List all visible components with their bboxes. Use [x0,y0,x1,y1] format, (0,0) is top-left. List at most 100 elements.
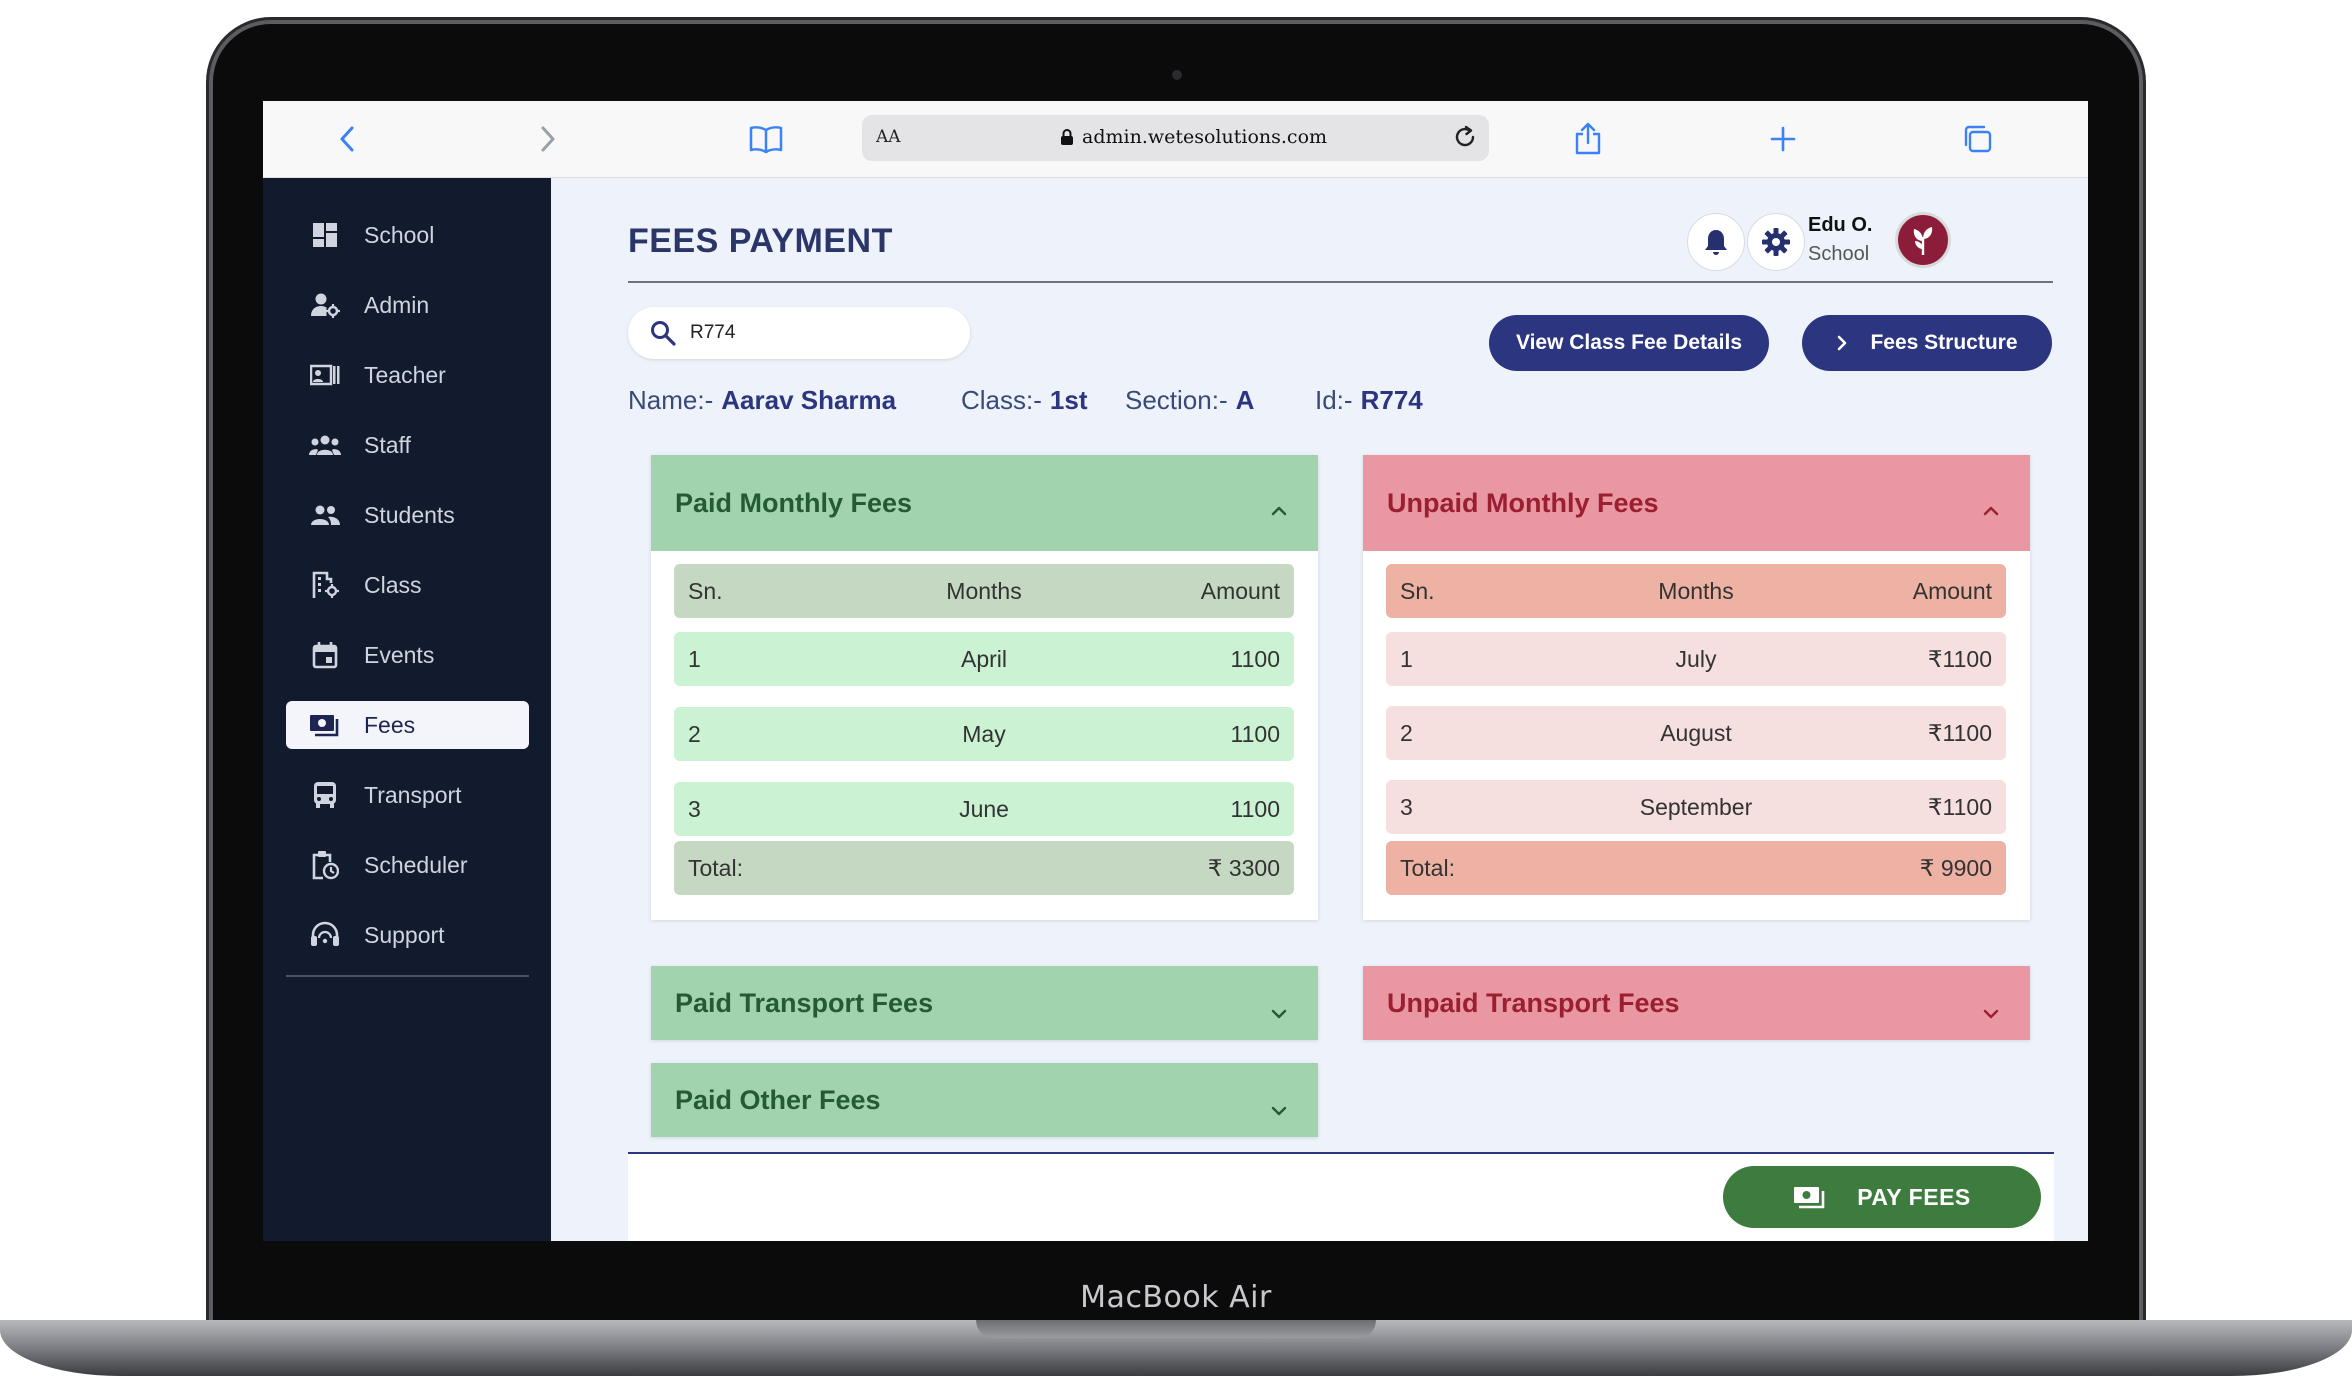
teacher-icon [308,358,342,392]
unpaid-transport-title: Unpaid Transport Fees [1387,987,1680,1018]
sidebar-item-class[interactable]: Class [286,561,529,609]
lock-icon [1061,129,1073,145]
table-row: 3 June 1100 [674,782,1294,836]
gear-icon [1762,228,1790,256]
student-section-field: Section:- A [1125,385,1255,415]
chevron-right-icon [1838,335,1847,351]
bus-icon [308,778,342,812]
sidebar-item-admin[interactable]: Admin [286,281,529,329]
paid-transport-title: Paid Transport Fees [675,987,934,1018]
sidebar-item-fees[interactable]: Fees [286,701,529,749]
clipboard-clock-icon [308,848,342,882]
new-tab-icon[interactable] [1763,119,1803,159]
table-total-row: Total: ₹ 3300 [674,841,1294,895]
table-row: 2 May 1100 [674,707,1294,761]
table-total-row: Total: ₹ 9900 [1386,841,2006,895]
view-class-fee-button[interactable]: View Class Fee Details [1489,315,1769,371]
sidebar-item-label: Scheduler [364,851,468,878]
sidebar-item-staff[interactable]: Staff [286,421,529,469]
admin-user-icon [308,288,342,322]
main-content: FEES PAYMENT Edu O. School View Class Fe… [551,178,2088,1241]
calendar-icon [308,638,342,672]
notifications-button[interactable] [1687,213,1745,271]
unpaid-transport-header[interactable]: Unpaid Transport Fees [1363,966,2030,1040]
unpaid-monthly-header[interactable]: Unpaid Monthly Fees [1363,455,2030,551]
chevron-up-icon [1982,493,2000,524]
chevron-up-icon [1270,493,1288,524]
url-display: admin.wetesolutions.com [1060,126,1327,148]
search-icon [650,320,676,346]
student-section: A [1235,385,1255,415]
paid-other-title: Paid Other Fees [675,1084,881,1115]
bell-icon [1705,230,1727,255]
sidebar-item-label: Transport [364,781,462,808]
table-row: 2 August ₹1100 [1386,706,2006,760]
paid-other-header[interactable]: Paid Other Fees [651,1063,1318,1137]
table-row: 1 April 1100 [674,632,1294,686]
title-divider [628,281,2053,283]
sidebar-item-scheduler[interactable]: Scheduler [286,841,529,889]
paid-transport-header[interactable]: Paid Transport Fees [651,966,1318,1040]
table-row: 1 July ₹1100 [1386,632,2006,686]
sidebar-item-students[interactable]: Students [286,491,529,539]
tabs-icon[interactable] [1958,119,1998,159]
student-class-field: Class:- 1st [961,385,1088,415]
paid-monthly-total: ₹ 3300 [1207,854,1280,881]
table-header-row: Sn. Months Amount [674,564,1294,618]
share-icon[interactable] [1568,119,1608,159]
unpaid-monthly-title: Unpaid Monthly Fees [1387,487,1659,518]
text-size-button[interactable]: AA [876,127,901,147]
user-name: Edu O. [1808,214,1873,236]
student-id: R774 [1360,385,1423,415]
fees-structure-label: Fees Structure [1870,331,2018,354]
chevron-down-icon [1270,996,1288,1027]
device-label: MacBook Air [1080,1280,1272,1315]
laptop-notch [976,1320,1376,1338]
search-box[interactable] [628,307,970,359]
bookmarks-icon[interactable] [743,119,789,159]
fees-structure-button[interactable]: Fees Structure [1802,315,2052,371]
laptop-mockup: AA admin.wetesolutions.com School Admin … [0,0,2352,1382]
student-name: Aarav Sharma [721,385,897,415]
student-id-field: Id:- R774 [1315,385,1423,415]
sidebar-item-label: Students [364,501,455,528]
dashboard-icon [308,218,342,252]
staff-group-icon [308,428,342,462]
reload-icon[interactable] [1451,123,1479,156]
unpaid-monthly-total: ₹ 9900 [1919,854,1992,881]
sidebar-item-label: Staff [364,431,411,458]
page-title: FEES PAYMENT [628,222,893,260]
chevron-down-icon [1982,996,2000,1027]
address-bar[interactable]: AA admin.wetesolutions.com [862,115,1489,161]
search-input[interactable] [690,322,930,344]
sidebar-item-label: Class [364,571,422,598]
unpaid-monthly-card: Unpaid Monthly Fees Sn. Months Amount 1 Jul… [1363,455,2030,920]
sidebar-item-transport[interactable]: Transport [286,771,529,819]
sidebar-item-label: School [364,221,435,248]
class-icon [308,568,342,602]
chevron-down-icon [1270,1093,1288,1124]
money-icon [308,708,342,742]
sidebar: School Admin Teacher Staff Students Clas… [263,178,551,1241]
back-icon[interactable] [327,119,367,159]
sidebar-item-label: Fees [364,711,416,738]
sidebar-item-events[interactable]: Events [286,631,529,679]
sidebar-item-teacher[interactable]: Teacher [286,351,529,399]
table-header-row: Sn. Months Amount [1386,564,2006,618]
browser-toolbar: AA admin.wetesolutions.com [263,101,2088,178]
avatar[interactable] [1895,212,1951,268]
sidebar-item-support[interactable]: Support [286,911,529,959]
sidebar-item-label: Events [364,641,435,668]
settings-button[interactable] [1747,213,1805,271]
pay-fees-button[interactable]: PAY FEES [1723,1166,2041,1228]
student-name-field: Name:- Aarav Sharma [628,385,897,415]
camera-dot [1172,70,1182,80]
paid-monthly-card: Paid Monthly Fees Sn. Months Amount 1 April… [651,455,1318,920]
sidebar-item-school[interactable]: School [286,211,529,259]
student-class: 1st [1049,385,1088,415]
forward-icon[interactable] [528,119,568,159]
url-text: admin.wetesolutions.com [1082,126,1328,148]
money-icon [1794,1187,1825,1209]
headset-icon [308,918,342,952]
paid-monthly-header[interactable]: Paid Monthly Fees [651,455,1318,551]
